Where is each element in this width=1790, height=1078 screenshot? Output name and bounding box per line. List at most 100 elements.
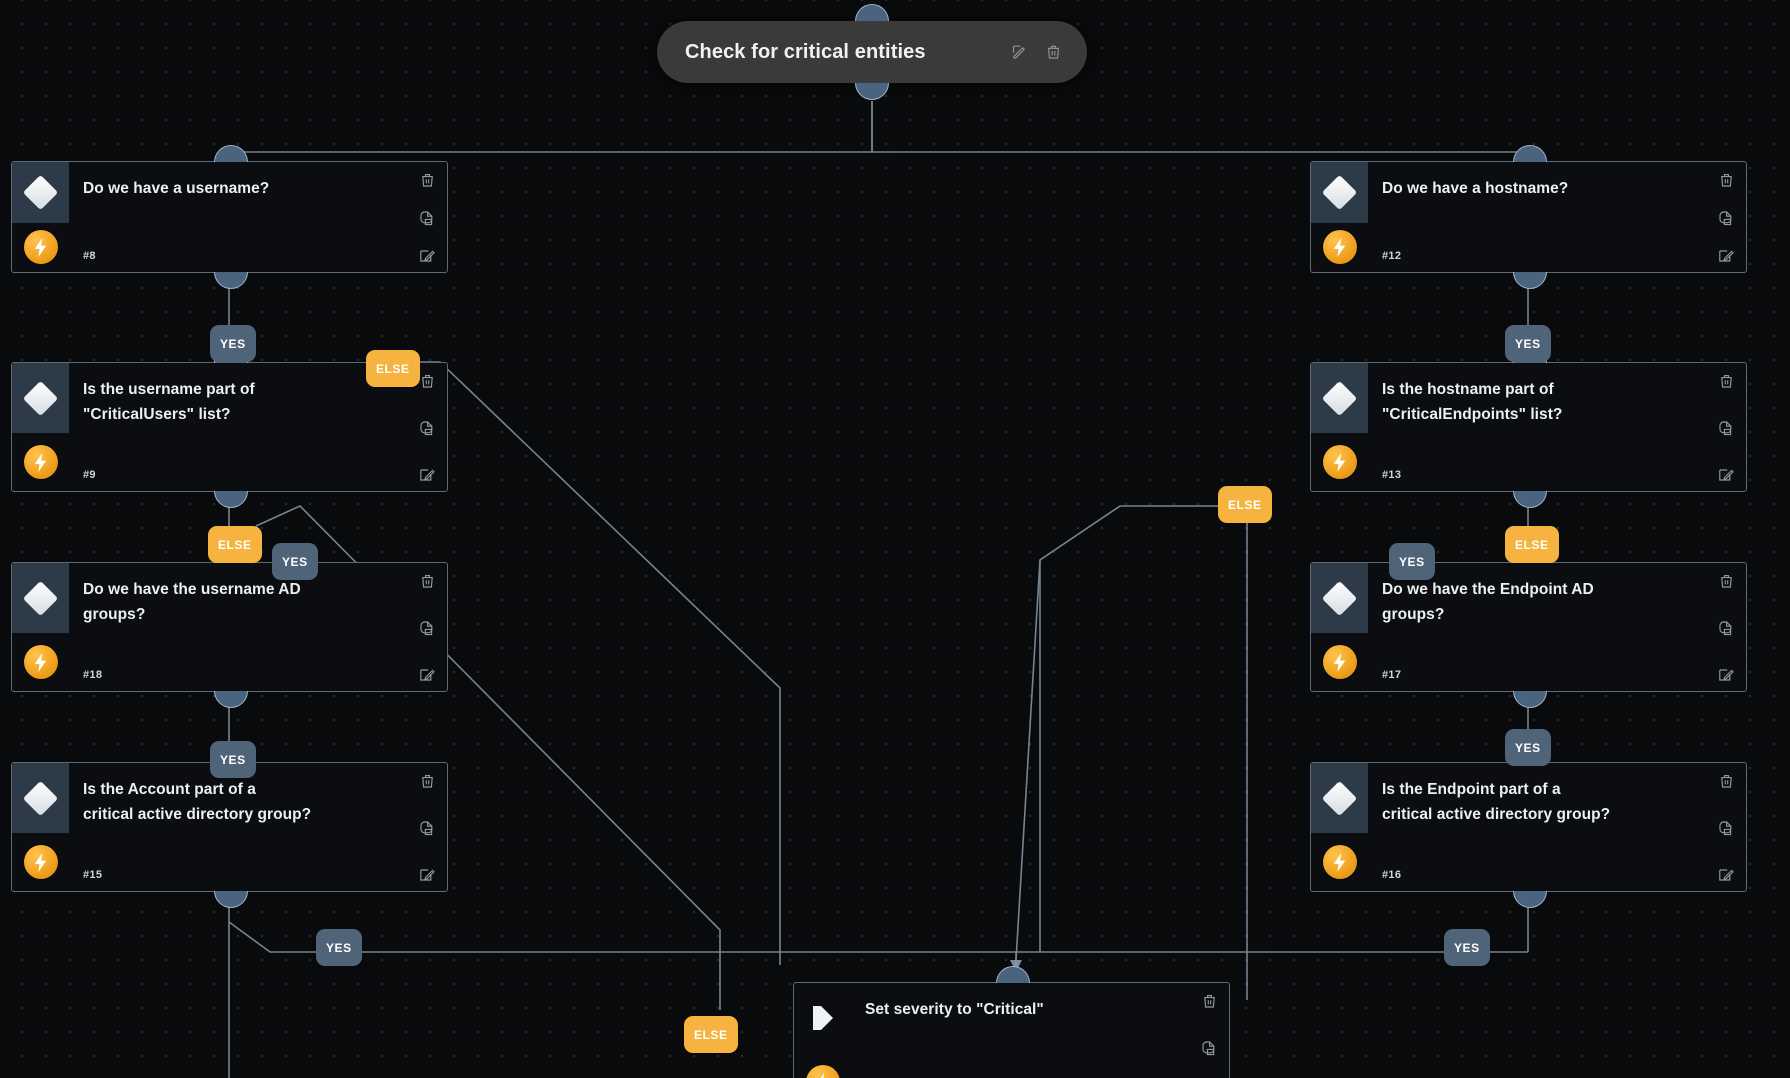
workflow-node-16[interactable]: Is the Endpoint part of a critical activ… [1310,746,1747,908]
node-actions [416,773,438,883]
branch-badge-else[interactable]: ELSE [366,350,420,387]
port-bottom[interactable] [214,691,248,708]
port-bottom[interactable] [1513,272,1547,289]
lightning-icon [23,230,58,265]
branch-badge-yes[interactable]: YES [272,543,318,580]
node-title: Do we have a username? [83,180,270,197]
node-shape-badge [12,763,69,834]
branch-badge-else[interactable]: ELSE [1218,486,1272,523]
lightning-icon [1322,645,1357,680]
node-id: #18 [83,669,103,681]
port-top[interactable] [996,966,1030,983]
branch-badge-else[interactable]: ELSE [1505,526,1559,563]
node-gutter [1311,563,1368,691]
port-bottom[interactable] [214,891,248,908]
node-gutter [1311,162,1368,272]
port-bottom[interactable] [1513,491,1547,508]
edit-icon[interactable] [1718,667,1734,683]
workflow-node-18[interactable]: Do we have the username AD groups? #18 [11,546,448,708]
delete-icon[interactable] [420,373,435,389]
delete-icon[interactable] [420,573,435,589]
node-id: #15 [83,869,103,881]
node-title: Do we have the Endpoint AD groups? [1382,581,1594,624]
port-bottom[interactable] [855,83,889,100]
workflow-node-12[interactable]: Do we have a hostname? #12 [1310,145,1747,289]
duplicate-icon[interactable] [419,620,436,637]
branch-badge-yes[interactable]: YES [1505,729,1551,766]
edit-icon[interactable] [1718,248,1734,264]
delete-icon[interactable] [1719,172,1734,188]
port-bottom[interactable] [214,272,248,289]
node-actions [416,573,438,683]
node-shape-badge [1311,162,1368,223]
delete-icon[interactable] [420,773,435,789]
node-actions [1715,172,1737,264]
edit-icon[interactable] [419,467,435,483]
lightning-icon [23,445,58,480]
workflow-canvas[interactable]: Check for critical entities Do we have a… [0,0,1790,1078]
branch-badge-yes[interactable]: YES [1505,325,1551,362]
duplicate-icon[interactable] [1718,820,1735,837]
port-bottom[interactable] [214,491,248,508]
node-gutter [12,563,69,691]
branch-badge-else[interactable]: ELSE [208,526,262,563]
duplicate-icon[interactable] [1718,620,1735,637]
edit-icon[interactable] [419,667,435,683]
port-top[interactable] [214,145,248,162]
duplicate-icon[interactable] [419,210,436,227]
trigger-badge [12,633,69,691]
duplicate-icon[interactable] [1201,1040,1218,1057]
workflow-node-13[interactable]: Is the hostname part of "CriticalEndpoin… [1310,346,1747,508]
duplicate-icon[interactable] [419,420,436,437]
decision-diamond-icon [1321,380,1358,416]
node-shape-badge [12,162,69,223]
branch-badge-yes[interactable]: YES [1444,929,1490,966]
branch-badge-yes[interactable]: YES [210,325,256,362]
node-gutter [794,983,851,1078]
branch-badge-yes[interactable]: YES [316,929,362,966]
lightning-icon [1322,845,1357,880]
edit-icon[interactable] [1718,467,1734,483]
delete-icon[interactable] [1719,373,1734,389]
node-title: Is the username part of "CriticalUsers" … [83,381,255,424]
port-bottom[interactable] [1513,691,1547,708]
decision-diamond-icon [1321,580,1358,616]
edit-icon[interactable] [419,867,435,883]
node-shape-badge [794,983,851,1053]
branch-badge-yes[interactable]: YES [1389,543,1435,580]
branch-badge-else[interactable]: ELSE [684,1016,738,1053]
node-id: #12 [1382,250,1402,262]
delete-icon[interactable] [420,172,435,188]
delete-icon[interactable] [1719,773,1734,789]
port-top[interactable] [855,4,889,21]
node-title: Do we have a hostname? [1382,180,1569,197]
trigger-badge [12,223,69,273]
workflow-node-8[interactable]: Do we have a username? #8 [11,145,448,289]
edit-icon[interactable] [1012,44,1028,60]
decision-diamond-icon [22,780,59,816]
node-gutter [12,763,69,891]
workflow-node-15[interactable]: Is the Account part of a critical active… [11,746,448,908]
duplicate-icon[interactable] [1718,210,1735,227]
workflow-node-11[interactable]: Set severity to "Critical" #11 [793,966,1230,1078]
workflow-node-17[interactable]: Do we have the Endpoint AD groups? #17 [1310,546,1747,708]
delete-icon[interactable] [1719,573,1734,589]
node-body: Do we have a hostname? #12 [1368,162,1746,272]
port-bottom[interactable] [1513,891,1547,908]
delete-icon[interactable] [1046,44,1061,60]
delete-icon[interactable] [1202,993,1217,1009]
header-node[interactable]: Check for critical entities [657,4,1087,100]
edit-icon[interactable] [1718,867,1734,883]
node-actions [416,172,438,264]
port-top[interactable] [1513,145,1547,162]
node-body: Do we have the username AD groups? #18 [69,563,447,691]
node-gutter [1311,763,1368,891]
node-id: #16 [1382,869,1402,881]
branch-badge-yes[interactable]: YES [210,741,256,778]
duplicate-icon[interactable] [419,820,436,837]
lightning-icon [23,645,58,680]
edit-icon[interactable] [419,248,435,264]
decision-diamond-icon [1321,780,1358,816]
duplicate-icon[interactable] [1718,420,1735,437]
trigger-badge [1311,433,1368,491]
